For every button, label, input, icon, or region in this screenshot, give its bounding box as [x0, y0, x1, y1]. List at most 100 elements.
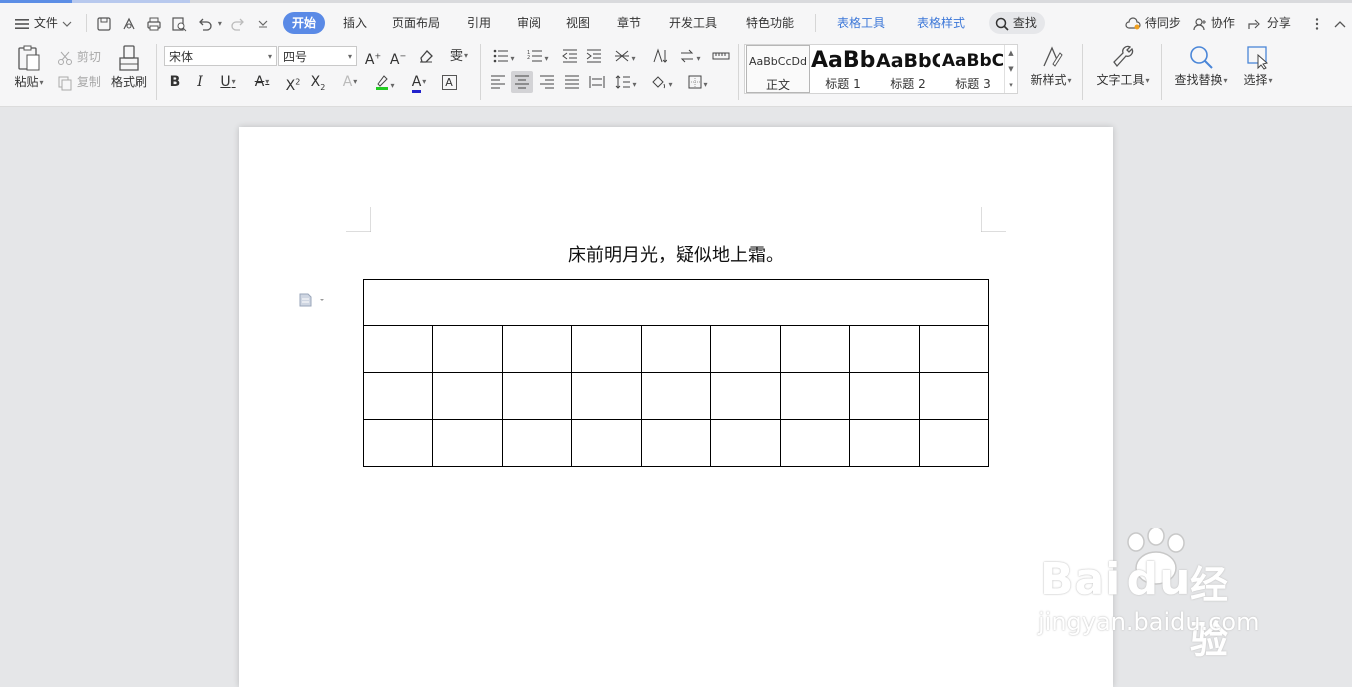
table-cell[interactable] [432, 325, 503, 373]
font-color-button[interactable]: A▾ [405, 71, 433, 93]
table-cell-merged[interactable] [363, 279, 989, 326]
table-cell[interactable] [432, 419, 503, 467]
bold-button[interactable]: B [164, 71, 186, 93]
table-cell[interactable] [849, 372, 920, 420]
style-heading-1[interactable]: AaBb 标题 1 [811, 45, 875, 93]
show-marks-button[interactable] [710, 45, 732, 67]
print-button[interactable] [146, 10, 162, 36]
text-direction-button[interactable] [648, 45, 670, 67]
table-cell[interactable] [432, 372, 503, 420]
table-cell[interactable] [918, 325, 989, 373]
print-preview-button[interactable] [171, 10, 187, 36]
tab-table-tools[interactable]: 表格工具 [837, 10, 885, 36]
table-cell[interactable] [710, 419, 781, 467]
line-spacing-button[interactable]: ▾ [612, 71, 640, 93]
style-heading-2[interactable]: AaBbC 标题 2 [876, 45, 940, 93]
tab-table-styles[interactable]: 表格样式 [917, 10, 965, 36]
find-replace-button[interactable]: 查找替换▾ [1170, 44, 1232, 88]
share-button[interactable]: 分享 [1247, 10, 1291, 36]
tab-references[interactable]: 引用 [467, 10, 491, 36]
document-page[interactable]: 床前明月光，疑似地上霜。 [239, 127, 1113, 687]
tab-view[interactable]: 视图 [566, 10, 590, 36]
collab-button[interactable]: 协作 [1193, 10, 1235, 36]
document-table[interactable] [362, 279, 989, 467]
table-cell[interactable] [501, 419, 573, 467]
table-cell[interactable] [710, 372, 781, 420]
text-tools-button[interactable]: 文字工具▾ [1092, 44, 1154, 88]
style-normal[interactable]: AaBbCcDd 正文 [746, 45, 810, 93]
save-button[interactable] [96, 10, 112, 36]
increase-indent-button[interactable] [583, 45, 605, 67]
table-cell[interactable] [362, 419, 434, 467]
align-right-button[interactable] [536, 71, 558, 93]
styles-scroll[interactable]: ▲ ▼ ▾ [1004, 45, 1017, 93]
tab-developer[interactable]: 开发工具 [669, 10, 717, 36]
table-cell[interactable] [501, 325, 573, 373]
table-cell[interactable] [640, 325, 712, 373]
table-cell[interactable] [918, 372, 989, 420]
select-button[interactable]: 选择▾ [1238, 44, 1278, 88]
table-cell[interactable] [640, 372, 712, 420]
highlight-button[interactable]: ▾ [371, 71, 399, 93]
tab-section[interactable]: 章节 [617, 10, 641, 36]
table-cell[interactable] [501, 372, 573, 420]
char-border-button[interactable]: A [438, 71, 460, 93]
cut-button[interactable]: 剪切 [57, 46, 101, 68]
table-cell[interactable] [571, 325, 642, 373]
search-box[interactable]: 查找 [989, 12, 1045, 34]
more-button[interactable] [1310, 10, 1324, 36]
paste-button[interactable]: 粘贴▾ [10, 44, 48, 90]
table-cell[interactable] [710, 325, 781, 373]
table-cell[interactable] [779, 372, 851, 420]
phonetic-guide-button[interactable]: 雯▾ [444, 45, 474, 67]
sync-button[interactable]: 待同步 [1125, 10, 1181, 36]
text-effect-button[interactable]: A▾ [336, 71, 364, 93]
undo-button[interactable]: ▾ [197, 10, 222, 36]
table-cell[interactable] [571, 419, 642, 467]
numbering-button[interactable]: 1 2 ▾ [524, 45, 552, 67]
bullets-button[interactable]: ▾ [490, 45, 518, 67]
copy-button[interactable]: 复制 [57, 71, 101, 93]
tab-home[interactable]: 开始 [283, 12, 326, 34]
table-cell[interactable] [849, 419, 920, 467]
redo-button[interactable] [230, 10, 246, 36]
underline-button[interactable]: U▾ [214, 71, 242, 93]
paragraph-handle[interactable] [299, 293, 329, 310]
distributed-button[interactable] [586, 71, 608, 93]
table-cell[interactable] [571, 372, 642, 420]
font-size-select[interactable]: 四号 ▾ [278, 46, 357, 66]
align-center-button[interactable] [511, 71, 533, 93]
decrease-indent-button[interactable] [559, 45, 581, 67]
file-menu[interactable]: 文件 [14, 10, 72, 36]
font-name-select[interactable]: 宋体 ▾ [164, 46, 277, 66]
subscript-button[interactable]: X2 [307, 71, 329, 93]
grow-font-button[interactable]: A+ [362, 45, 384, 68]
export-button[interactable] [121, 10, 137, 36]
strikethrough-button[interactable]: A▾ [248, 71, 276, 93]
table-cell[interactable] [362, 325, 434, 373]
table-cell[interactable] [779, 419, 851, 467]
tab-page-layout[interactable]: 页面布局 [392, 10, 440, 36]
borders-button[interactable]: ▾ [684, 71, 712, 93]
table-cell[interactable] [640, 419, 712, 467]
table-cell[interactable] [362, 372, 434, 420]
italic-button[interactable]: I [189, 71, 211, 93]
collapse-ribbon-button[interactable] [1334, 10, 1346, 36]
table-cell[interactable] [779, 325, 851, 373]
clear-format-button[interactable] [415, 45, 437, 67]
table-cell[interactable] [849, 325, 920, 373]
sort-button[interactable]: ▾ [676, 45, 704, 67]
chinese-layout-button[interactable]: ▾ [611, 45, 639, 67]
tab-special-features[interactable]: 特色功能 [746, 10, 794, 36]
superscript-button[interactable]: X2 [282, 71, 304, 94]
table-cell[interactable] [918, 419, 989, 467]
align-left-button[interactable] [487, 71, 509, 93]
style-heading-3[interactable]: AaBbC 标题 3 [941, 45, 1005, 93]
shrink-font-button[interactable]: A− [387, 45, 409, 68]
format-painter-button[interactable]: 格式刷 [108, 44, 150, 90]
new-style-button[interactable]: 新样式▾ [1026, 44, 1076, 88]
tab-insert[interactable]: 插入 [343, 10, 367, 36]
shading-button[interactable]: ▾ [648, 71, 676, 93]
justify-button[interactable] [561, 71, 583, 93]
document-title[interactable]: 床前明月光，疑似地上霜。 [239, 241, 1113, 267]
